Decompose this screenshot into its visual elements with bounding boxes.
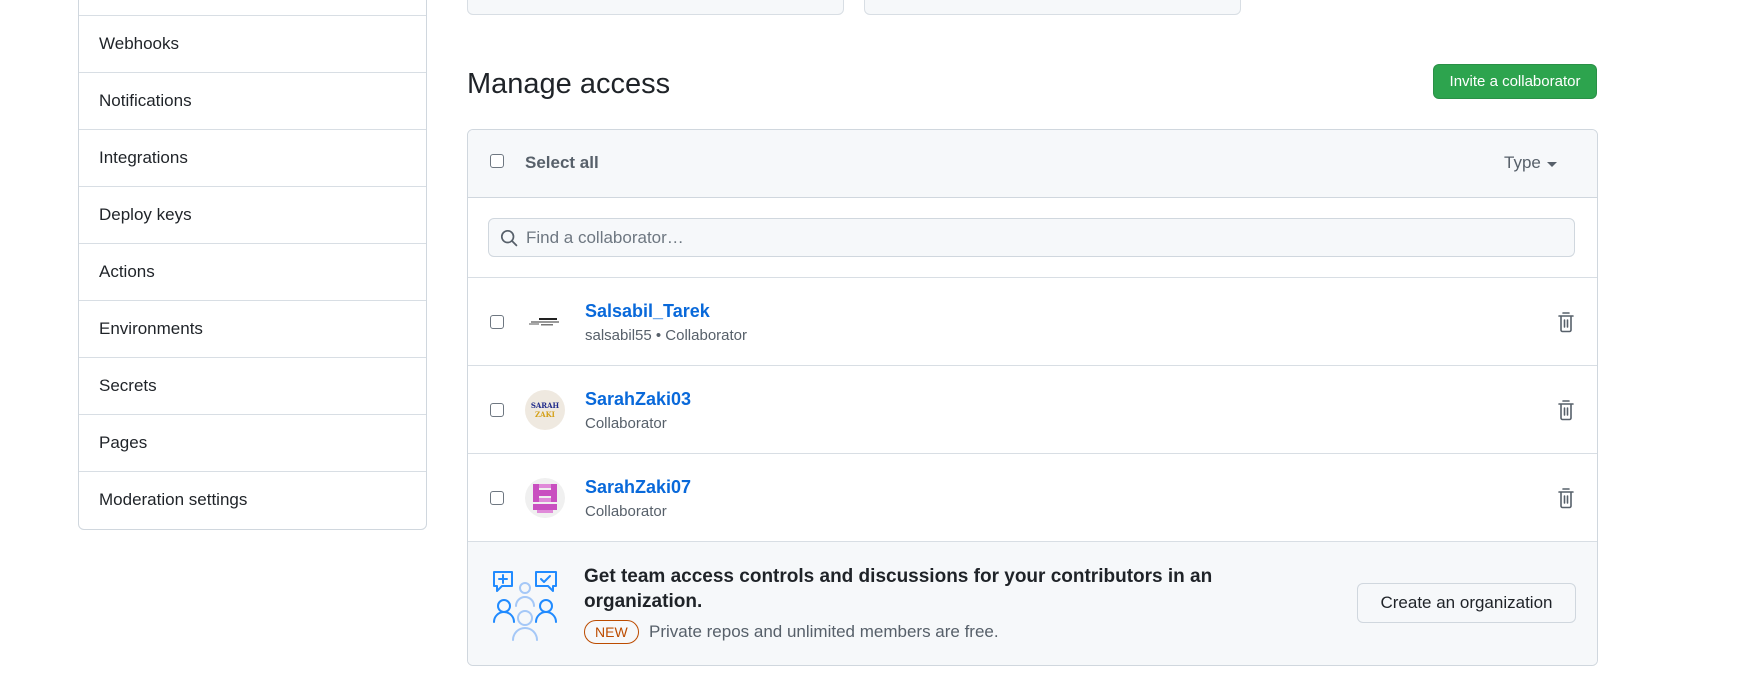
sidebar-item-deploy-keys[interactable]: Deploy keys: [79, 186, 426, 243]
sidebar-item-pages[interactable]: Pages: [79, 414, 426, 471]
collaborator-subtitle: salsabil55 • Collaborator: [585, 327, 748, 344]
sidebar-item-actions[interactable]: Actions: [79, 243, 426, 300]
avatar-text-line2: ZAKI: [535, 410, 555, 419]
collaborator-subtitle: Collaborator: [585, 415, 667, 432]
promo-subtitle: Private repos and unlimited members are …: [649, 622, 999, 641]
sidebar-item-webhooks[interactable]: Webhooks: [79, 15, 426, 72]
summary-card-left: [467, 0, 844, 15]
avatar[interactable]: [525, 302, 565, 342]
team-people-icon: [492, 570, 558, 644]
collaborator-checkbox[interactable]: [490, 403, 504, 417]
avatar[interactable]: SARAH ZAKI: [525, 390, 565, 430]
collaborator-row: SARAH ZAKI SarahZaki03 Collaborator: [468, 366, 1597, 454]
collaborator-row: SarahZaki07 Collaborator: [468, 454, 1597, 542]
sidebar-top-spacer: [79, 0, 426, 15]
select-all-label[interactable]: Select all: [525, 153, 599, 173]
create-organization-button[interactable]: Create an organization: [1357, 583, 1576, 623]
settings-sidebar: Webhooks Notifications Integrations Depl…: [78, 0, 427, 530]
organization-promo: Get team access controls and discussions…: [468, 542, 1597, 665]
collaborator-name-link[interactable]: SarahZaki03: [585, 389, 691, 410]
sidebar-item-integrations[interactable]: Integrations: [79, 129, 426, 186]
summary-card-right: [864, 0, 1241, 15]
sidebar-item-environments[interactable]: Environments: [79, 300, 426, 357]
access-box-header: Select all Type: [468, 130, 1597, 198]
collaborator-checkbox[interactable]: [490, 315, 504, 329]
collaborator-checkbox[interactable]: [490, 491, 504, 505]
trash-icon[interactable]: [1557, 399, 1577, 421]
type-filter-dropdown[interactable]: Type: [1504, 153, 1557, 173]
avatar[interactable]: [525, 478, 565, 518]
avatar-text-line1: SARAH: [530, 401, 560, 410]
sidebar-item-notifications[interactable]: Notifications: [79, 72, 426, 129]
invite-collaborator-button[interactable]: Invite a collaborator: [1433, 64, 1597, 99]
caret-down-icon: [1546, 161, 1557, 167]
sidebar-item-moderation-settings[interactable]: Moderation settings: [79, 471, 426, 528]
search-row: [468, 198, 1597, 278]
access-box: Select all Type Salsabil_Tarek salsabil5…: [467, 129, 1598, 666]
type-filter-label: Type: [1504, 153, 1541, 172]
new-badge: NEW: [584, 620, 639, 644]
collaborator-name-link[interactable]: Salsabil_Tarek: [585, 301, 710, 322]
search-box: [488, 218, 1575, 257]
promo-title: Get team access controls and discussions…: [584, 566, 1213, 612]
select-all-checkbox[interactable]: [490, 154, 504, 168]
collaborator-row: Salsabil_Tarek salsabil55 • Collaborator: [468, 278, 1597, 366]
collaborator-name-link[interactable]: SarahZaki07: [585, 477, 691, 498]
page-title: Manage access: [467, 68, 671, 100]
search-icon: [500, 228, 520, 248]
search-input[interactable]: [520, 218, 1574, 257]
trash-icon[interactable]: [1557, 487, 1577, 509]
collaborator-subtitle: Collaborator: [585, 503, 667, 520]
trash-icon[interactable]: [1557, 311, 1577, 333]
sidebar-item-secrets[interactable]: Secrets: [79, 357, 426, 414]
